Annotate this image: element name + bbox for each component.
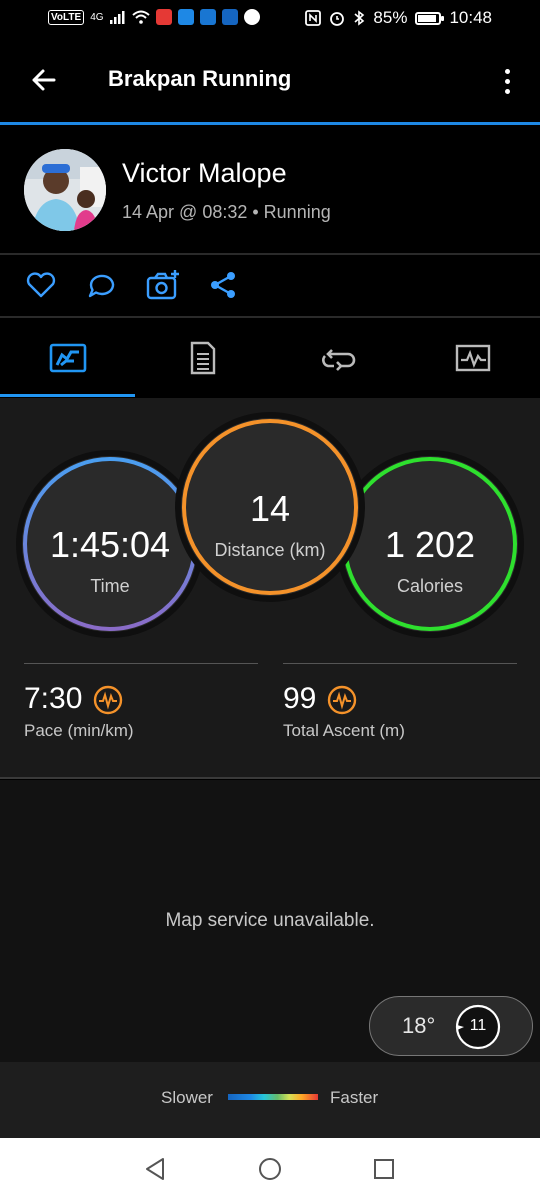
tab-charts[interactable] [405, 320, 540, 396]
map-unavailable-message: Map service unavailable. [165, 910, 375, 931]
wifi-icon [131, 10, 150, 24]
calories-label: Calories [396, 576, 464, 596]
distance-value: 14 [249, 488, 291, 529]
temperature: 18° [402, 1013, 436, 1038]
activity-info: 14 Apr @ 08:32 • Running [122, 202, 331, 222]
pace-legend [0, 1062, 540, 1138]
more-vert-icon [504, 68, 510, 74]
camera-add-icon [146, 270, 179, 300]
divider [283, 663, 517, 664]
distance-label: Distance (km) [214, 540, 326, 560]
page-title: Brakpan Running [108, 66, 292, 91]
avatar[interactable] [24, 149, 106, 231]
share-icon [211, 272, 235, 298]
signal-icon [109, 11, 125, 24]
avatar-photo [24, 149, 106, 231]
ascent-value: 99 [283, 682, 317, 715]
network-type: 4G [90, 11, 104, 23]
user-name: Victor Malope [122, 158, 287, 188]
legend-slower-label: Slower [161, 1088, 213, 1107]
laps-icon [321, 349, 355, 371]
nav-recents-icon[interactable] [373, 1158, 395, 1180]
app-bar-accent-line [0, 122, 540, 125]
calories-value: 1 202 [384, 524, 476, 565]
nfc-icon [305, 10, 322, 26]
notification-app-icon [155, 9, 172, 25]
comment-icon [88, 274, 115, 298]
time-ring[interactable]: 1:45:04 Time [22, 456, 198, 632]
back-button[interactable] [26, 62, 62, 98]
tab-overview[interactable] [0, 320, 135, 396]
more-options-button[interactable] [492, 62, 522, 100]
calories-ring[interactable]: 1 202 Calories [342, 456, 518, 632]
back-arrow-icon [32, 69, 56, 91]
notification-app-icon [199, 9, 216, 25]
divider [0, 253, 540, 255]
legend-faster-label: Faster [330, 1088, 379, 1107]
distance-ring[interactable]: 14 Distance (km) [181, 418, 359, 596]
divider [24, 663, 258, 664]
ascent-chart-icon[interactable] [327, 685, 357, 715]
details-list-icon [190, 341, 215, 375]
activity-type: Running [263, 202, 331, 222]
nav-home-icon[interactable] [258, 1157, 282, 1181]
pace-value: 7:30 [24, 682, 83, 715]
add-photo-button[interactable] [145, 268, 181, 304]
overview-icon [49, 343, 86, 373]
share-button[interactable] [206, 268, 242, 304]
nav-back-icon[interactable] [143, 1157, 167, 1181]
wind-speed: 11 [469, 1017, 487, 1034]
divider [0, 316, 540, 318]
tab-laps[interactable] [270, 320, 405, 396]
activity-date: 14 Apr @ 08:32 [122, 202, 248, 222]
pace-color-scale [228, 1094, 318, 1100]
status-icons-left: VoLTE 4G [48, 9, 260, 25]
clock: 10:48 [449, 8, 492, 27]
time-label: Time [90, 576, 130, 596]
volte-indicator: VoLTE [48, 9, 85, 25]
status-icons-right: 85% 10:48 [305, 8, 492, 28]
phone-call-icon [243, 9, 260, 25]
charts-icon [455, 344, 490, 372]
active-tab-indicator [0, 394, 135, 397]
pace-label: Pace (min/km) [24, 721, 134, 740]
tab-details[interactable] [135, 320, 270, 396]
time-value: 1:45:04 [49, 524, 171, 565]
heart-icon [26, 272, 56, 298]
comment-button[interactable] [85, 268, 121, 304]
weather-widget[interactable]: 18° 11 [369, 996, 533, 1056]
battery-percent: 85% [373, 8, 408, 27]
ascent-label: Total Ascent (m) [283, 721, 405, 740]
pace-chart-icon[interactable] [93, 685, 123, 715]
alarm-icon [330, 12, 345, 26]
notification-app-icon [221, 9, 238, 25]
like-button[interactable] [24, 268, 60, 304]
divider [0, 777, 540, 779]
battery-icon [415, 11, 445, 25]
bluetooth-icon [354, 10, 365, 26]
notification-app-icon [177, 9, 194, 25]
